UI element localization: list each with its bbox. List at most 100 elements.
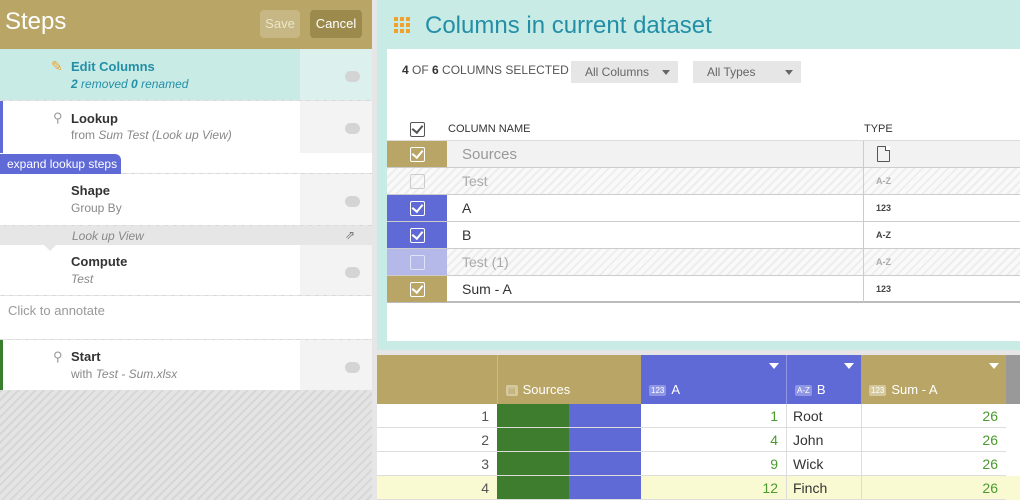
column-name: Test xyxy=(462,173,488,189)
column-row-b[interactable]: B A-Z xyxy=(387,222,1020,249)
column-menu-icon[interactable] xyxy=(844,363,854,369)
row-number: 1 xyxy=(377,404,497,428)
cell-b[interactable]: John xyxy=(786,428,861,452)
expand-lookup-steps-button[interactable]: expand lookup steps xyxy=(0,154,122,174)
type-badge: A-Z xyxy=(795,385,812,396)
annotation-side[interactable] xyxy=(300,340,372,390)
steps-panel: Steps Save Cancel ✎ Edit Columns 2 remov… xyxy=(0,0,372,500)
comment-icon[interactable] xyxy=(345,267,360,278)
comment-icon[interactable] xyxy=(345,71,360,82)
step-summary: Group By xyxy=(71,201,122,215)
type-label: A-Z xyxy=(876,176,891,186)
annotation-side[interactable] xyxy=(300,49,372,100)
column-name: Sum - A xyxy=(462,281,512,297)
columns-panel: Columns in current dataset 4 OF 6 COLUMN… xyxy=(377,0,1020,350)
cell-sum[interactable]: 26 xyxy=(861,404,1006,428)
divider xyxy=(863,276,864,302)
steps-header: Steps Save Cancel xyxy=(0,0,372,49)
sources-bar-blue xyxy=(569,452,641,476)
column-header-label: ▤ Sources xyxy=(506,382,571,397)
checkbox-cell[interactable] xyxy=(387,276,447,302)
type-label: A-Z xyxy=(876,257,891,267)
step-shape[interactable]: Shape Group By xyxy=(0,174,372,225)
checkbox[interactable] xyxy=(410,147,425,162)
divider xyxy=(863,168,864,194)
annotation-side[interactable] xyxy=(300,245,372,295)
comment-icon[interactable] xyxy=(345,196,360,207)
sources-bar-green xyxy=(497,452,569,476)
pencil-icon: ✎ xyxy=(51,58,63,74)
sources-bar-blue xyxy=(569,428,641,452)
checkbox-cell[interactable] xyxy=(387,249,447,275)
row-number-header xyxy=(377,355,497,404)
step-compute[interactable]: Compute Test xyxy=(0,245,372,295)
column-name-header: COLUMN NAME xyxy=(448,123,531,135)
column-menu-icon[interactable] xyxy=(769,363,779,369)
cell-a[interactable]: 1 xyxy=(641,404,786,428)
column-header-label: A-Z B xyxy=(795,382,826,397)
cell-b[interactable]: Finch xyxy=(786,476,861,500)
select-all-checkbox[interactable] xyxy=(410,122,425,137)
checkbox[interactable] xyxy=(410,228,425,243)
table-row: 4 12 Finch 26 xyxy=(377,476,1020,500)
column-row-sources[interactable]: Sources xyxy=(387,141,1020,168)
annotation-side[interactable] xyxy=(300,101,372,153)
column-header-sum-a[interactable]: 123 Sum - A xyxy=(861,355,1006,404)
type-label: 123 xyxy=(876,284,892,294)
step-summary: 2 removed 0 renamed xyxy=(71,77,189,91)
column-row-test-1[interactable]: Test (1) A-Z xyxy=(387,249,1020,276)
cell-sum[interactable]: 26 xyxy=(861,452,1006,476)
external-link-icon[interactable]: ⇗ xyxy=(345,228,355,242)
lookup-view-label: Look up View xyxy=(72,229,144,243)
checkbox[interactable] xyxy=(410,255,425,270)
grid-icon xyxy=(394,17,411,33)
column-filter-dropdown[interactable]: All Columns xyxy=(571,61,678,83)
lookup-view-group[interactable]: Look up View ⇗ xyxy=(0,226,372,245)
column-row-sum-a[interactable]: Sum - A 123 xyxy=(387,276,1020,303)
column-header-sources[interactable]: ▤ Sources xyxy=(497,355,641,404)
comment-icon[interactable] xyxy=(345,123,360,134)
step-edit-columns[interactable]: ✎ Edit Columns 2 removed 0 renamed xyxy=(0,49,372,100)
cell-sum[interactable]: 26 xyxy=(861,476,1006,500)
cell-sum[interactable]: 26 xyxy=(861,428,1006,452)
checkbox-cell[interactable] xyxy=(387,168,447,194)
step-name: Start xyxy=(71,349,101,364)
checkbox-cell[interactable] xyxy=(387,141,447,167)
cell-a[interactable]: 9 xyxy=(641,452,786,476)
cell-a[interactable]: 12 xyxy=(641,476,786,500)
column-row-a[interactable]: A 123 xyxy=(387,195,1020,222)
column-name: B xyxy=(462,227,472,243)
checkbox-cell[interactable] xyxy=(387,195,447,221)
comment-icon[interactable] xyxy=(345,362,360,373)
cell-a[interactable]: 4 xyxy=(641,428,786,452)
cell-b[interactable]: Wick xyxy=(786,452,861,476)
column-header-label: 123 Sum - A xyxy=(869,382,938,397)
step-summary: with Test - Sum.xlsx xyxy=(71,367,178,381)
divider xyxy=(863,249,864,275)
save-button[interactable]: Save xyxy=(260,10,300,38)
step-start[interactable]: ⚲ Start with Test - Sum.xlsx xyxy=(0,340,372,390)
column-header-a[interactable]: 123 A xyxy=(641,355,786,404)
checkbox-cell[interactable] xyxy=(387,222,447,248)
paperclip-icon: ⚲ xyxy=(53,110,63,125)
checkbox[interactable] xyxy=(410,201,425,216)
step-summary: Test xyxy=(71,272,94,286)
type-badge: 123 xyxy=(869,385,887,396)
cancel-button[interactable]: Cancel xyxy=(310,10,362,38)
cell-b[interactable]: Root xyxy=(786,404,861,428)
checkbox[interactable] xyxy=(410,174,425,189)
divider xyxy=(863,222,864,248)
checkbox[interactable] xyxy=(410,282,425,297)
scrollbar[interactable] xyxy=(1006,355,1020,404)
row-number: 3 xyxy=(377,452,497,476)
column-menu-icon[interactable] xyxy=(989,363,999,369)
row-number: 4 xyxy=(377,476,497,500)
columns-list: 4 OF 6 COLUMNS SELECTED All Columns All … xyxy=(387,49,1020,341)
column-row-test[interactable]: Test A-Z xyxy=(387,168,1020,195)
annotate-field[interactable]: Click to annotate xyxy=(0,296,372,339)
column-header-b[interactable]: A-Z B xyxy=(786,355,861,404)
type-filter-dropdown[interactable]: All Types xyxy=(693,61,801,83)
annotation-side[interactable] xyxy=(300,174,372,225)
step-lookup[interactable]: ⚲ Lookup from Sum Test (Look up View) ex… xyxy=(0,101,372,174)
paperclip-icon: ⚲ xyxy=(53,349,63,364)
